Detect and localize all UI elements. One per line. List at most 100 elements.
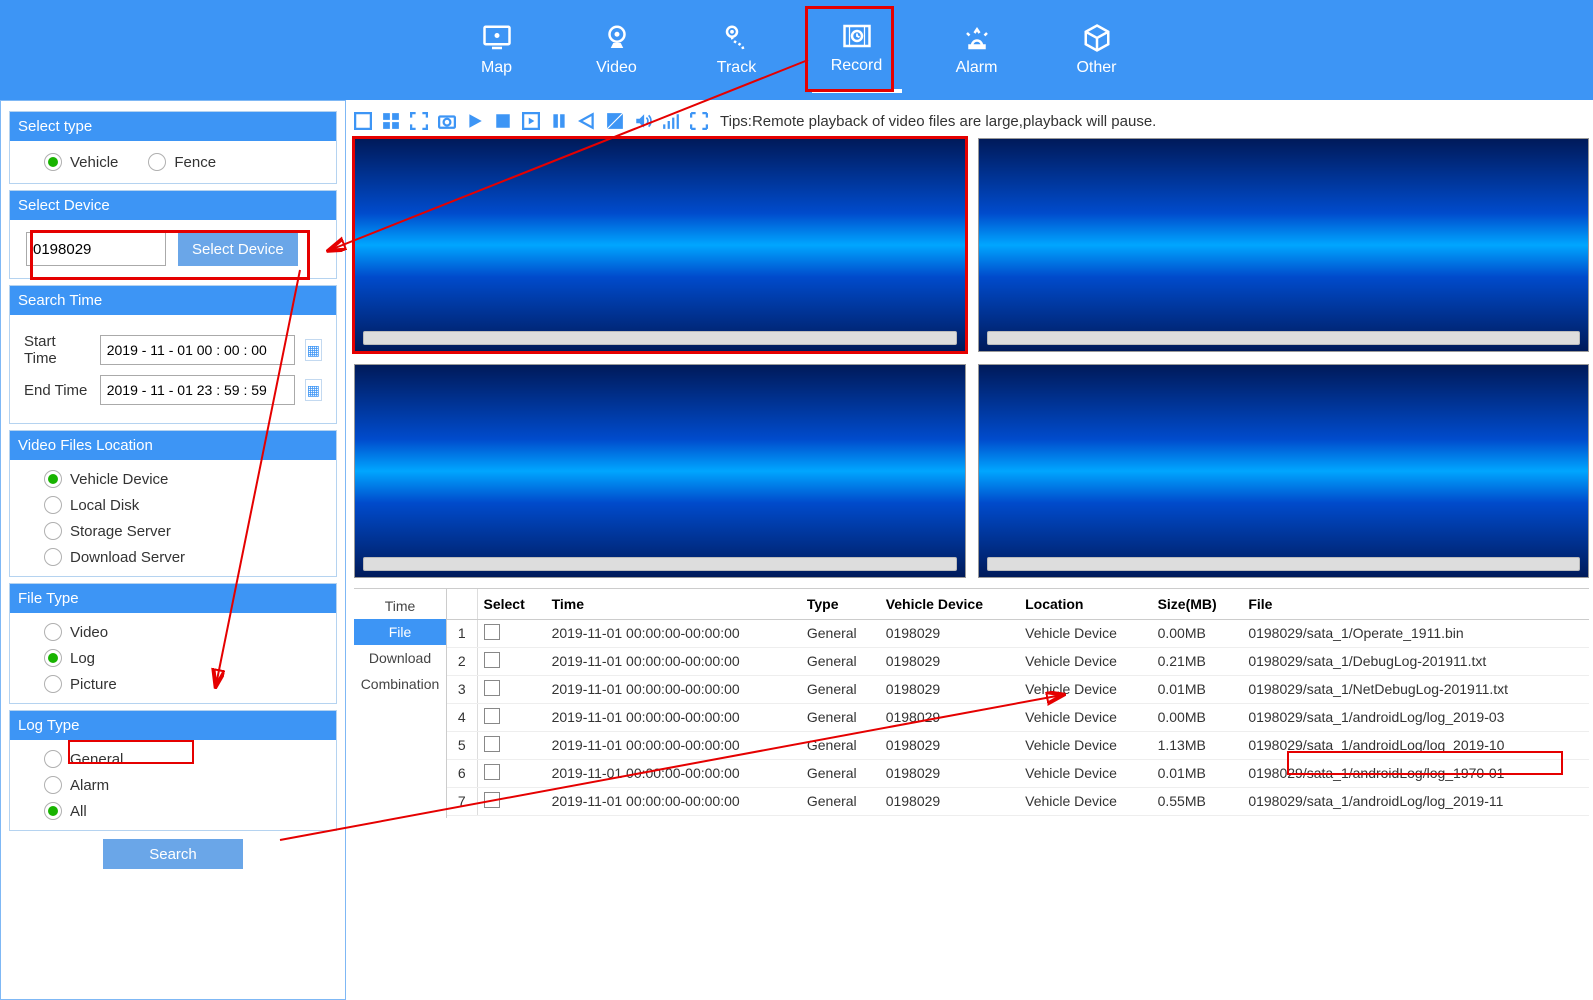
table-row[interactable]: 5 2019-11-01 00:00:00-00:00:00 General 0… — [447, 731, 1589, 759]
select-device-button[interactable]: Select Device — [178, 232, 298, 266]
search-button[interactable]: Search — [103, 839, 243, 869]
row-select[interactable] — [477, 647, 546, 675]
calendar-icon[interactable]: ▦ — [305, 379, 322, 401]
nav-alarm[interactable]: Alarm — [932, 7, 1022, 93]
table-row[interactable]: 7 2019-11-01 00:00:00-00:00:00 General 0… — [447, 787, 1589, 815]
sidebar: Select type Vehicle Fence Select Device … — [0, 100, 346, 1000]
col-header: Size(MB) — [1152, 589, 1243, 619]
nav-record[interactable]: Record — [812, 7, 902, 93]
row-location: Vehicle Device — [1019, 647, 1151, 675]
signal-icon[interactable] — [662, 112, 680, 130]
row-device: 0198029 — [880, 731, 1019, 759]
col-header: Vehicle Device — [880, 589, 1019, 619]
row-size: 1.13MB — [1152, 731, 1243, 759]
row-device: 0198029 — [880, 787, 1019, 815]
row-number: 3 — [447, 675, 477, 703]
toolbar — [354, 112, 708, 130]
radio-log-alarm[interactable]: Alarm — [44, 776, 322, 794]
row-location: Vehicle Device — [1019, 675, 1151, 703]
row-type: General — [801, 619, 880, 647]
radio-storage-server[interactable]: Storage Server — [44, 522, 322, 540]
radio-file-log[interactable]: Log — [44, 649, 322, 667]
row-type: General — [801, 787, 880, 815]
radio-label: General — [70, 751, 123, 768]
stop-icon[interactable] — [494, 112, 512, 130]
row-type: General — [801, 675, 880, 703]
table-row[interactable]: 1 2019-11-01 00:00:00-00:00:00 General 0… — [447, 619, 1589, 647]
nav-track[interactable]: Track — [692, 7, 782, 93]
video-pane-3[interactable] — [354, 364, 966, 578]
panel-select-type: Select type Vehicle Fence — [9, 111, 337, 184]
radio-vehicle-device[interactable]: Vehicle Device — [44, 470, 322, 488]
calendar-icon[interactable]: ▦ — [305, 339, 322, 361]
results-table: SelectTimeTypeVehicle DeviceLocationSize… — [447, 589, 1589, 816]
nav-map[interactable]: Map — [452, 7, 542, 93]
nav-other[interactable]: Other — [1052, 7, 1142, 93]
row-location: Vehicle Device — [1019, 619, 1151, 647]
video-pane-1[interactable] — [354, 138, 966, 352]
radio-fence[interactable]: Fence — [148, 153, 216, 171]
radio-log-general[interactable]: General — [44, 750, 322, 768]
tab-time[interactable]: Time — [354, 593, 446, 619]
table-row[interactable]: 4 2019-11-01 00:00:00-00:00:00 General 0… — [447, 703, 1589, 731]
device-input[interactable] — [26, 232, 166, 266]
slow-icon[interactable] — [578, 112, 596, 130]
row-select[interactable] — [477, 759, 546, 787]
radio-local-disk[interactable]: Local Disk — [44, 496, 322, 514]
main-area: Tips:Remote playback of video files are … — [346, 100, 1593, 1000]
row-file: 0198029/sata_1/NetDebugLog-201911.txt — [1242, 675, 1589, 703]
panel-search-time: Search Time Start Time ▦ End Time ▦ — [9, 285, 337, 424]
row-size: 0.01MB — [1152, 759, 1243, 787]
row-size: 0.00MB — [1152, 703, 1243, 731]
panel-file-type: File Type Video Log Picture — [9, 583, 337, 704]
row-select[interactable] — [477, 619, 546, 647]
row-location: Vehicle Device — [1019, 759, 1151, 787]
radio-vehicle[interactable]: Vehicle — [44, 153, 118, 171]
volume-icon[interactable] — [634, 112, 652, 130]
step-icon[interactable] — [522, 112, 540, 130]
radio-log-all[interactable]: All — [44, 802, 322, 820]
radio-download-server[interactable]: Download Server — [44, 548, 322, 566]
radio-label: Download Server — [70, 549, 185, 566]
layout1-icon[interactable] — [354, 112, 372, 130]
row-size: 0.55MB — [1152, 787, 1243, 815]
video-pane-4[interactable] — [978, 364, 1590, 578]
row-select[interactable] — [477, 787, 546, 815]
monitor-icon — [482, 23, 512, 53]
row-select[interactable] — [477, 731, 546, 759]
video-pane-2[interactable] — [978, 138, 1590, 352]
panel-header: Select Device — [10, 191, 336, 220]
tab-download[interactable]: Download — [354, 645, 446, 671]
radio-label: Storage Server — [70, 523, 171, 540]
camera-icon[interactable] — [438, 112, 456, 130]
pause-icon[interactable] — [550, 112, 568, 130]
row-time: 2019-11-01 00:00:00-00:00:00 — [546, 787, 801, 815]
table-row[interactable]: 3 2019-11-01 00:00:00-00:00:00 General 0… — [447, 675, 1589, 703]
table-row[interactable]: 6 2019-11-01 00:00:00-00:00:00 General 0… — [447, 759, 1589, 787]
nav-label: Track — [717, 59, 756, 77]
radio-label: All — [70, 803, 87, 820]
nav-label: Map — [481, 59, 512, 77]
row-number: 1 — [447, 619, 477, 647]
contrast-icon[interactable] — [606, 112, 624, 130]
end-time-input[interactable] — [100, 375, 295, 405]
play-icon[interactable] — [466, 112, 484, 130]
row-time: 2019-11-01 00:00:00-00:00:00 — [546, 619, 801, 647]
tab-combination[interactable]: Combination — [354, 671, 446, 697]
row-number: 5 — [447, 731, 477, 759]
table-row[interactable]: 2 2019-11-01 00:00:00-00:00:00 General 0… — [447, 647, 1589, 675]
row-location: Vehicle Device — [1019, 731, 1151, 759]
row-select[interactable] — [477, 703, 546, 731]
tab-file[interactable]: File — [354, 619, 446, 645]
fullscreen-icon[interactable] — [410, 112, 428, 130]
nav-video[interactable]: Video — [572, 7, 662, 93]
col-header: Type — [801, 589, 880, 619]
col-header — [447, 589, 477, 619]
row-select[interactable] — [477, 675, 546, 703]
start-time-input[interactable] — [100, 335, 295, 365]
layout4-icon[interactable] — [382, 112, 400, 130]
row-size: 0.00MB — [1152, 619, 1243, 647]
radio-file-video[interactable]: Video — [44, 623, 322, 641]
expand-icon[interactable] — [690, 112, 708, 130]
radio-file-picture[interactable]: Picture — [44, 675, 322, 693]
